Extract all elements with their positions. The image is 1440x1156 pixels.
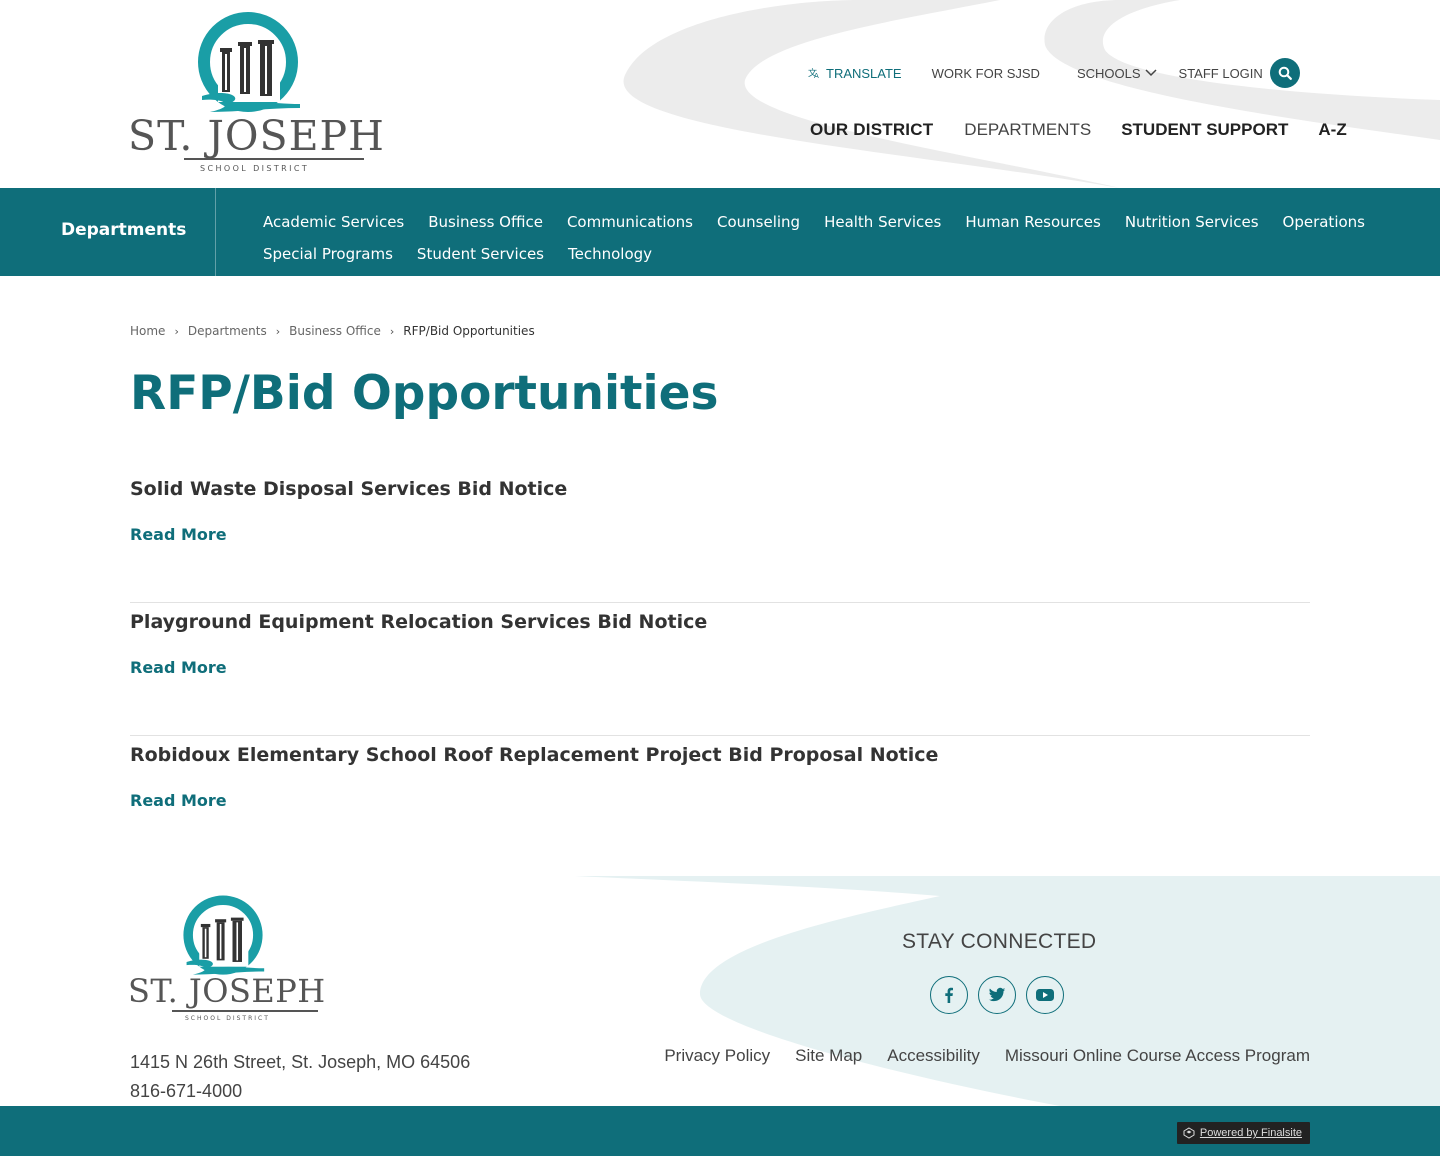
- powered-by-label: Powered by Finalsite: [1199, 1127, 1302, 1139]
- page-title: RFP/Bid Opportunities: [130, 366, 719, 421]
- footer-logo-subtitle: SCHOOL DISTRICT: [185, 1015, 270, 1022]
- breadcrumb: Home › Departments › Business Office › R…: [130, 324, 535, 338]
- dept-link-counseling[interactable]: Counseling: [717, 213, 800, 231]
- breadcrumb-chevron-icon: ›: [174, 324, 179, 338]
- facebook-link[interactable]: [930, 976, 968, 1014]
- translate-label: TRANSLATE: [826, 65, 902, 81]
- breadcrumb-chevron-icon: ›: [389, 324, 395, 338]
- footer-logo-wordmark: ST. JOSEPH: [128, 972, 326, 1010]
- breadcrumb-current: RFP/Bid Opportunities: [403, 324, 535, 338]
- logo-underline: [184, 158, 364, 160]
- staff-login-link[interactable]: STAFF LOGIN: [1179, 66, 1263, 81]
- footer-link-accessibility[interactable]: Accessibility: [887, 1046, 980, 1066]
- dept-link-special-programs[interactable]: Special Programs: [263, 245, 393, 263]
- bid-title[interactable]: Playground Equipment Relocation Services…: [130, 611, 707, 633]
- schools-label: SCHOOLS: [1076, 65, 1141, 81]
- read-more-link[interactable]: Read More: [130, 658, 227, 677]
- search-icon: [1278, 66, 1292, 80]
- columns-logo-icon: [198, 12, 300, 112]
- translate-link[interactable]: 文A TRANSLATE: [808, 66, 902, 81]
- footer-link-missouri-online-course[interactable]: Missouri Online Course Access Program: [1005, 1046, 1310, 1066]
- nav-our-district[interactable]: OUR DISTRICT: [810, 120, 933, 140]
- main-nav: OUR DISTRICT DEPARTMENTS STUDENT SUPPORT…: [810, 118, 1347, 142]
- utility-nav: 文A TRANSLATE WORK FOR SJSD SCHOOLS STAFF…: [808, 64, 1263, 82]
- bid-title[interactable]: Robidoux Elementary School Roof Replacem…: [130, 744, 938, 766]
- departments-subnav: Departments Academic Services Business O…: [0, 188, 1440, 276]
- breadcrumb-chevron-icon: ›: [275, 324, 281, 338]
- footer-logo-underline: [172, 1010, 318, 1012]
- footer-links: Privacy Policy Site Map Accessibility Mi…: [664, 1046, 1310, 1066]
- site-footer: ST. JOSEPH SCHOOL DISTRICT 1415 N 26th S…: [0, 876, 1440, 1106]
- work-for-sjsd-link[interactable]: WORK FOR SJSD: [932, 66, 1040, 81]
- stay-connected-heading: STAY CONNECTED: [902, 930, 1097, 953]
- chevron-down-icon: [1145, 69, 1157, 77]
- footer-link-privacy-policy[interactable]: Privacy Policy: [664, 1046, 770, 1066]
- nav-a-z[interactable]: A-Z: [1318, 120, 1346, 140]
- dept-link-academic-services[interactable]: Academic Services: [263, 213, 404, 231]
- dept-link-student-services[interactable]: Student Services: [417, 245, 544, 263]
- read-more-link[interactable]: Read More: [130, 791, 227, 810]
- powered-by-finalsite-badge[interactable]: Powered by Finalsite: [1176, 1122, 1310, 1144]
- svg-text:A: A: [814, 72, 819, 79]
- schools-dropdown[interactable]: SCHOOLS: [1077, 66, 1157, 81]
- departments-heading: Departments: [61, 220, 187, 240]
- department-links: Academic Services Business Office Commun…: [263, 206, 1365, 270]
- district-logo[interactable]: ST. JOSEPH SCHOOL DISTRICT: [128, 12, 384, 177]
- department-links-row-2: Special Programs Student Services Techno…: [263, 238, 1323, 270]
- bid-item: Robidoux Elementary School Roof Replacem…: [130, 736, 1310, 869]
- district-address: 1415 N 26th Street, St. Joseph, MO 64506: [130, 1052, 471, 1072]
- dept-link-nutrition-services[interactable]: Nutrition Services: [1125, 213, 1259, 231]
- breadcrumb-departments[interactable]: Departments: [188, 324, 267, 338]
- twitter-icon: [988, 987, 1006, 1002]
- breadcrumb-business-office[interactable]: Business Office: [289, 324, 381, 338]
- dept-link-health-services[interactable]: Health Services: [824, 213, 941, 231]
- dept-link-human-resources[interactable]: Human Resources: [965, 213, 1100, 231]
- footer-link-site-map[interactable]: Site Map: [795, 1046, 862, 1066]
- site-header: ST. JOSEPH SCHOOL DISTRICT 文A TRANSLATE …: [0, 0, 1440, 188]
- translate-icon: 文A: [808, 67, 819, 79]
- dept-link-communications[interactable]: Communications: [567, 213, 693, 231]
- twitter-link[interactable]: [978, 976, 1016, 1014]
- bid-item: Playground Equipment Relocation Services…: [130, 603, 1310, 736]
- nav-departments[interactable]: DEPARTMENTS: [964, 120, 1091, 140]
- logo-subtitle: SCHOOL DISTRICT: [200, 164, 310, 173]
- read-more-link[interactable]: Read More: [130, 525, 227, 544]
- dept-link-business-office[interactable]: Business Office: [428, 213, 543, 231]
- bid-title[interactable]: Solid Waste Disposal Services Bid Notice: [130, 478, 567, 500]
- facebook-icon: [945, 987, 953, 1003]
- nav-student-support[interactable]: STUDENT SUPPORT: [1121, 120, 1288, 140]
- subnav-divider: [215, 188, 216, 276]
- youtube-icon: [1036, 989, 1054, 1001]
- columns-logo-icon: [183, 895, 265, 975]
- bid-list: Solid Waste Disposal Services Bid Notice…: [130, 470, 1310, 869]
- dept-link-operations[interactable]: Operations: [1283, 213, 1365, 231]
- social-links: [930, 976, 1064, 1014]
- footer-logo[interactable]: ST. JOSEPH SCHOOL DISTRICT: [128, 894, 325, 1024]
- logo-wordmark: ST. JOSEPH: [128, 112, 385, 160]
- breadcrumb-home[interactable]: Home: [130, 324, 165, 338]
- finalsite-logo-icon: [1183, 1127, 1195, 1139]
- dept-link-technology[interactable]: Technology: [568, 245, 652, 263]
- department-links-row-1: Academic Services Business Office Commun…: [263, 206, 1365, 238]
- bottom-bar: Powered by Finalsite: [0, 1106, 1440, 1156]
- bid-item: Solid Waste Disposal Services Bid Notice…: [130, 470, 1310, 603]
- youtube-link[interactable]: [1026, 976, 1064, 1014]
- search-button[interactable]: [1270, 58, 1300, 88]
- district-phone[interactable]: 816-671-4000: [130, 1081, 242, 1102]
